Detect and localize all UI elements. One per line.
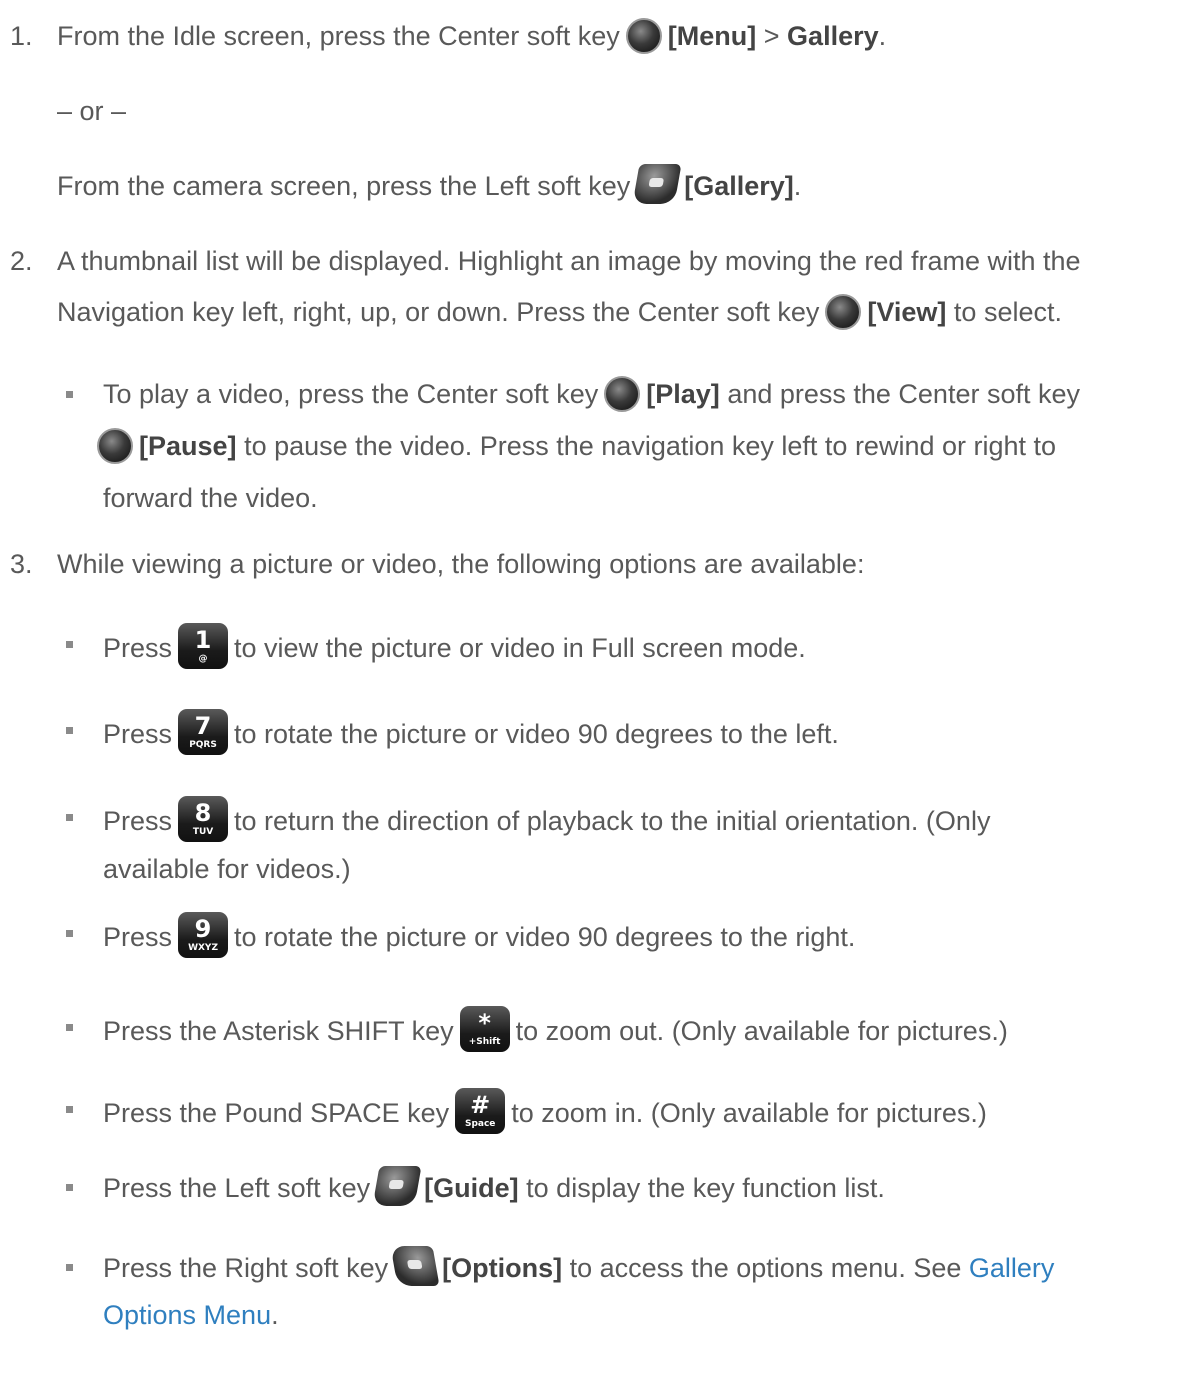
bullet-marker: [66, 391, 73, 398]
bullet-marker: [66, 814, 73, 821]
option-return-direction-2: available for videos.): [103, 854, 351, 884]
period: .: [878, 21, 887, 51]
key-8-digit: 8: [194, 799, 212, 827]
key-1-digit: 1: [194, 626, 212, 654]
center-soft-key-icon: [97, 427, 133, 464]
step-2-line-2: Navigation key left, right, up, or down.…: [57, 293, 1062, 332]
step-3-number: 3.: [10, 549, 33, 579]
pound-key-symbol: #: [470, 1091, 491, 1119]
option-text: Press the Pound SPACE key: [103, 1098, 450, 1129]
key-1-icon: 1 @: [178, 623, 229, 669]
pound-key-label: Space: [464, 1119, 496, 1129]
right-soft-key-icon: [390, 1246, 440, 1286]
press-text: Press: [103, 922, 173, 953]
bullet-marker: [66, 1184, 73, 1191]
option-text-2: to zoom out. (Only available for picture…: [515, 1016, 1008, 1047]
key-7-icon: 7 PQRS: [178, 709, 229, 755]
option-text-2: to display the key function list.: [526, 1173, 885, 1204]
key-8-icon: 8 TUV: [178, 796, 229, 842]
key-9-letters: WXYZ: [188, 943, 218, 953]
period: .: [793, 171, 802, 202]
play-video-line-3: forward the video.: [103, 483, 318, 513]
option-rotate-right: Press 9 WXYZ to rotate the picture or video…: [103, 912, 856, 962]
bullet-marker: [66, 1024, 73, 1031]
option-guide: Press the Left soft key [Guide] to displa…: [103, 1166, 885, 1210]
gallery-key-label: [Gallery]: [684, 171, 794, 202]
option-text: to rotate the picture or video 90 degree…: [234, 719, 839, 750]
gallery-options-link-2[interactable]: Options Menu: [103, 1300, 271, 1330]
bullet-marker: [66, 1106, 73, 1113]
step-2-line-1: A thumbnail list will be displayed. High…: [57, 246, 1081, 276]
play-label: [Play]: [646, 379, 720, 409]
option-options-menu: Press the Right soft key [Options] to acc…: [103, 1246, 1055, 1290]
pound-key-icon: # Space: [455, 1088, 506, 1134]
center-soft-key-icon: [625, 17, 662, 54]
option-text: to view the picture or video in Full scr…: [234, 633, 806, 664]
press-text: Press: [103, 806, 173, 837]
play-video-line-2: [Pause] to pause the video. Press the na…: [97, 427, 1057, 466]
step-1-line: From the Idle screen, press the Center s…: [57, 17, 887, 56]
press-text: Press: [103, 633, 173, 664]
option-text: Press the Left soft key: [103, 1173, 371, 1204]
asterisk-key-label: +Shift: [468, 1037, 501, 1047]
gallery-options-link[interactable]: Gallery: [969, 1253, 1055, 1283]
option-text-2: to access the options menu. See: [569, 1253, 962, 1284]
key-1-letters: @: [198, 654, 208, 664]
left-soft-key-icon: [372, 1166, 422, 1206]
menu-label: [Menu]: [667, 21, 757, 51]
step-1-alt-text: From the camera screen, press the Left s…: [57, 171, 631, 202]
step-3-intro: While viewing a picture or video, the fo…: [57, 549, 865, 579]
view-label: [View]: [867, 297, 947, 327]
step-2-number: 2.: [10, 246, 33, 276]
step-2-text-end: to select.: [953, 297, 1062, 327]
center-soft-key-icon: [604, 375, 641, 412]
press-text: Press: [103, 719, 173, 750]
options-label: [Options]: [442, 1253, 563, 1284]
option-text: to return the direction of playback to t…: [234, 806, 991, 837]
option-full-screen: Press 1 @ to view the picture or video in F…: [103, 623, 806, 673]
bullet-marker: [66, 727, 73, 734]
option-text: Press the Asterisk SHIFT key: [103, 1016, 454, 1047]
bullet-marker: [66, 930, 73, 937]
key-7-digit: 7: [194, 712, 212, 740]
option-options-menu-2: Options Menu.: [103, 1298, 279, 1332]
option-zoom-out: Press the Asterisk SHIFT key * +Shift to zo…: [103, 1006, 1008, 1056]
center-soft-key-icon: [825, 293, 862, 330]
play-text-2: and press the Center soft key: [727, 379, 1080, 409]
asterisk-key-icon: * +Shift: [459, 1006, 510, 1052]
bullet-marker: [66, 641, 73, 648]
period: .: [271, 1300, 279, 1330]
or-separator: – or –: [57, 96, 127, 126]
key-7-letters: PQRS: [189, 740, 217, 750]
step-2-text: Navigation key left, right, up, or down.…: [57, 297, 820, 327]
option-rotate-left: Press 7 PQRS to rotate the picture or video…: [103, 709, 839, 759]
option-text: to rotate the picture or video 90 degree…: [234, 922, 856, 953]
step-1-alt-line: From the camera screen, press the Left s…: [57, 164, 802, 208]
play-text: To play a video, press the Center soft k…: [103, 379, 599, 409]
option-zoom-in: Press the Pound SPACE key # Space to zoom i…: [103, 1088, 987, 1138]
step-1-text: From the Idle screen, press the Center s…: [57, 21, 620, 51]
pause-text: to pause the video. Press the navigation…: [244, 431, 1057, 461]
option-return-direction: Press 8 TUV to return the direction of play…: [103, 796, 991, 846]
key-8-letters: TUV: [192, 827, 214, 837]
pause-label: [Pause]: [139, 431, 237, 461]
left-soft-key-icon: [632, 164, 682, 204]
play-video-line-1: To play a video, press the Center soft k…: [103, 375, 1080, 414]
bullet-marker: [66, 1264, 73, 1271]
step-1-number: 1.: [10, 21, 33, 51]
option-text-2: to zoom in. (Only available for pictures…: [511, 1098, 987, 1129]
guide-label: [Guide]: [424, 1173, 519, 1204]
option-text: Press the Right soft key: [103, 1253, 389, 1284]
key-9-digit: 9: [194, 915, 212, 943]
arrow-separator: >: [763, 21, 780, 51]
key-9-icon: 9 WXYZ: [178, 912, 229, 958]
gallery-label: Gallery: [787, 21, 879, 51]
asterisk-key-symbol: *: [478, 1009, 491, 1037]
